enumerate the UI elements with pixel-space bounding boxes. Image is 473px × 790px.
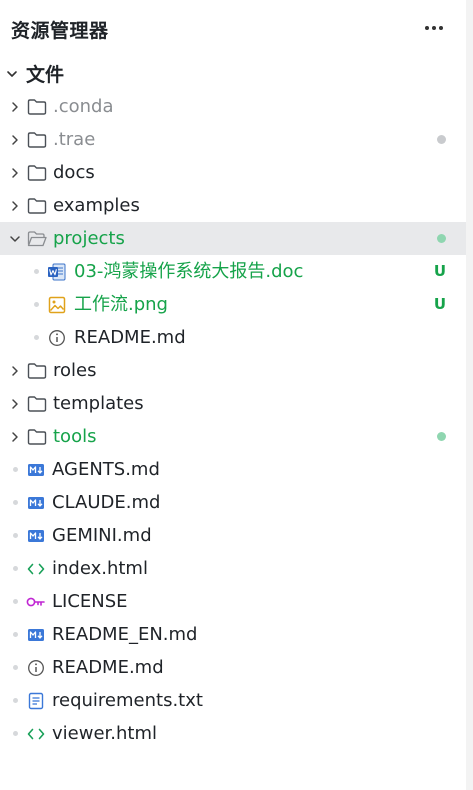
folder-icon: [27, 196, 47, 216]
folder-icon: [27, 130, 47, 150]
file-row-claude-md[interactable]: CLAUDE.md: [0, 486, 466, 519]
indent-guide-dot: [34, 335, 39, 340]
image-icon: [47, 295, 67, 315]
file-row-readme-md[interactable]: README.md: [0, 651, 466, 684]
chevron-right-icon[interactable]: [8, 199, 22, 213]
tree-item-label: projects: [53, 228, 125, 249]
root-folder-label: 文件: [26, 64, 65, 86]
git-untracked-dot: [437, 432, 446, 441]
folder-row-trae[interactable]: .trae: [0, 123, 466, 156]
tree-item-label: .conda: [53, 96, 114, 117]
indent-guide-dot: [34, 269, 39, 274]
markdown-icon: [26, 460, 46, 480]
folder-icon: [27, 97, 47, 117]
indent-guide-dot: [13, 533, 18, 538]
key-icon: [26, 592, 46, 612]
more-dot-icon: [439, 26, 443, 30]
chevron-right-icon[interactable]: [8, 133, 22, 147]
indent-guide-dot: [13, 599, 18, 604]
tree-item-label: README.md: [52, 657, 164, 678]
markdown-icon: [26, 493, 46, 513]
indent-guide-dot: [34, 302, 39, 307]
folder-row-roles[interactable]: roles: [0, 354, 466, 387]
code-icon: [26, 724, 46, 744]
folder-icon: [27, 394, 47, 414]
chevron-right-icon[interactable]: [8, 430, 22, 444]
indent-guide-dot: [13, 467, 18, 472]
tree-item-label: README_EN.md: [52, 624, 198, 645]
folder-row-tools[interactable]: tools: [0, 420, 466, 453]
git-untracked-badge: U: [433, 295, 446, 313]
indent-guide-dot: [13, 698, 18, 703]
tree-item-label: examples: [53, 195, 140, 216]
file-row-readme-en-md[interactable]: README_EN.md: [0, 618, 466, 651]
tree-item-label: 工作流.png: [74, 294, 168, 315]
file-row-requirements-txt[interactable]: requirements.txt: [0, 684, 466, 717]
chevron-down-icon: [5, 67, 19, 81]
git-modified-dot: [437, 135, 446, 144]
code-icon: [26, 559, 46, 579]
folder-icon: [27, 427, 47, 447]
tree-item-label: GEMINI.md: [52, 525, 152, 546]
text-file-icon: [26, 691, 46, 711]
file-row-viewer-html[interactable]: viewer.html: [0, 717, 466, 750]
more-dot-icon: [432, 26, 436, 30]
git-untracked-dot: [437, 234, 446, 243]
indent-guide-dot: [13, 500, 18, 505]
file-row-png[interactable]: 工作流.png U: [0, 288, 466, 321]
markdown-icon: [26, 526, 46, 546]
chevron-right-icon[interactable]: [8, 100, 22, 114]
tree-item-label: .trae: [53, 129, 96, 150]
more-dot-icon: [425, 26, 429, 30]
tree-item-label: 03-鸿蒙操作系统大报告.doc: [74, 261, 304, 282]
tree-item-label: tools: [53, 426, 97, 447]
folder-row-conda[interactable]: .conda: [0, 90, 466, 123]
file-tree: .conda .trae docs examples projects 03-鸿蒙操作系统…: [0, 90, 466, 750]
root-folder-row[interactable]: 文件: [0, 57, 466, 90]
file-row-readme-md[interactable]: README.md: [0, 321, 466, 354]
tree-item-label: LICENSE: [52, 591, 128, 612]
tree-item-label: roles: [53, 360, 97, 381]
folder-row-docs[interactable]: docs: [0, 156, 466, 189]
indent-guide-dot: [13, 632, 18, 637]
explorer-header: 资源管理器: [0, 0, 466, 56]
chevron-down-icon[interactable]: [8, 232, 22, 246]
tree-item-label: README.md: [74, 327, 186, 348]
chevron-right-icon[interactable]: [8, 166, 22, 180]
more-actions-button[interactable]: [422, 16, 446, 40]
tree-item-label: viewer.html: [52, 723, 157, 744]
tree-item-label: docs: [53, 162, 95, 183]
file-row-agents-md[interactable]: AGENTS.md: [0, 453, 466, 486]
chevron-right-icon[interactable]: [8, 397, 22, 411]
folder-row-templates[interactable]: templates: [0, 387, 466, 420]
folder-icon: [27, 163, 47, 183]
file-row-license[interactable]: LICENSE: [0, 585, 466, 618]
indent-guide-dot: [13, 665, 18, 670]
folder-row-projects[interactable]: projects: [0, 222, 466, 255]
markdown-icon: [26, 625, 46, 645]
tree-item-label: templates: [53, 393, 144, 414]
tree-item-label: AGENTS.md: [52, 459, 160, 480]
explorer-panel: 资源管理器 文件 .conda .trae docs examples projects…: [0, 0, 466, 790]
file-row-03-doc[interactable]: 03-鸿蒙操作系统大报告.doc U: [0, 255, 466, 288]
explorer-title: 资源管理器: [11, 20, 109, 42]
tree-item-label: CLAUDE.md: [52, 492, 161, 513]
info-icon: [47, 328, 67, 348]
git-untracked-badge: U: [433, 262, 446, 280]
chevron-right-icon[interactable]: [8, 364, 22, 378]
file-row-index-html[interactable]: index.html: [0, 552, 466, 585]
folder-icon: [27, 361, 47, 381]
tree-item-label: index.html: [52, 558, 148, 579]
indent-guide-dot: [13, 566, 18, 571]
word-doc-icon: [47, 262, 67, 282]
info-icon: [26, 658, 46, 678]
indent-guide-dot: [13, 731, 18, 736]
folder-row-examples[interactable]: examples: [0, 189, 466, 222]
folder-open-icon: [27, 229, 47, 249]
scrollbar[interactable]: [466, 0, 473, 790]
tree-item-label: requirements.txt: [52, 690, 203, 711]
file-row-gemini-md[interactable]: GEMINI.md: [0, 519, 466, 552]
